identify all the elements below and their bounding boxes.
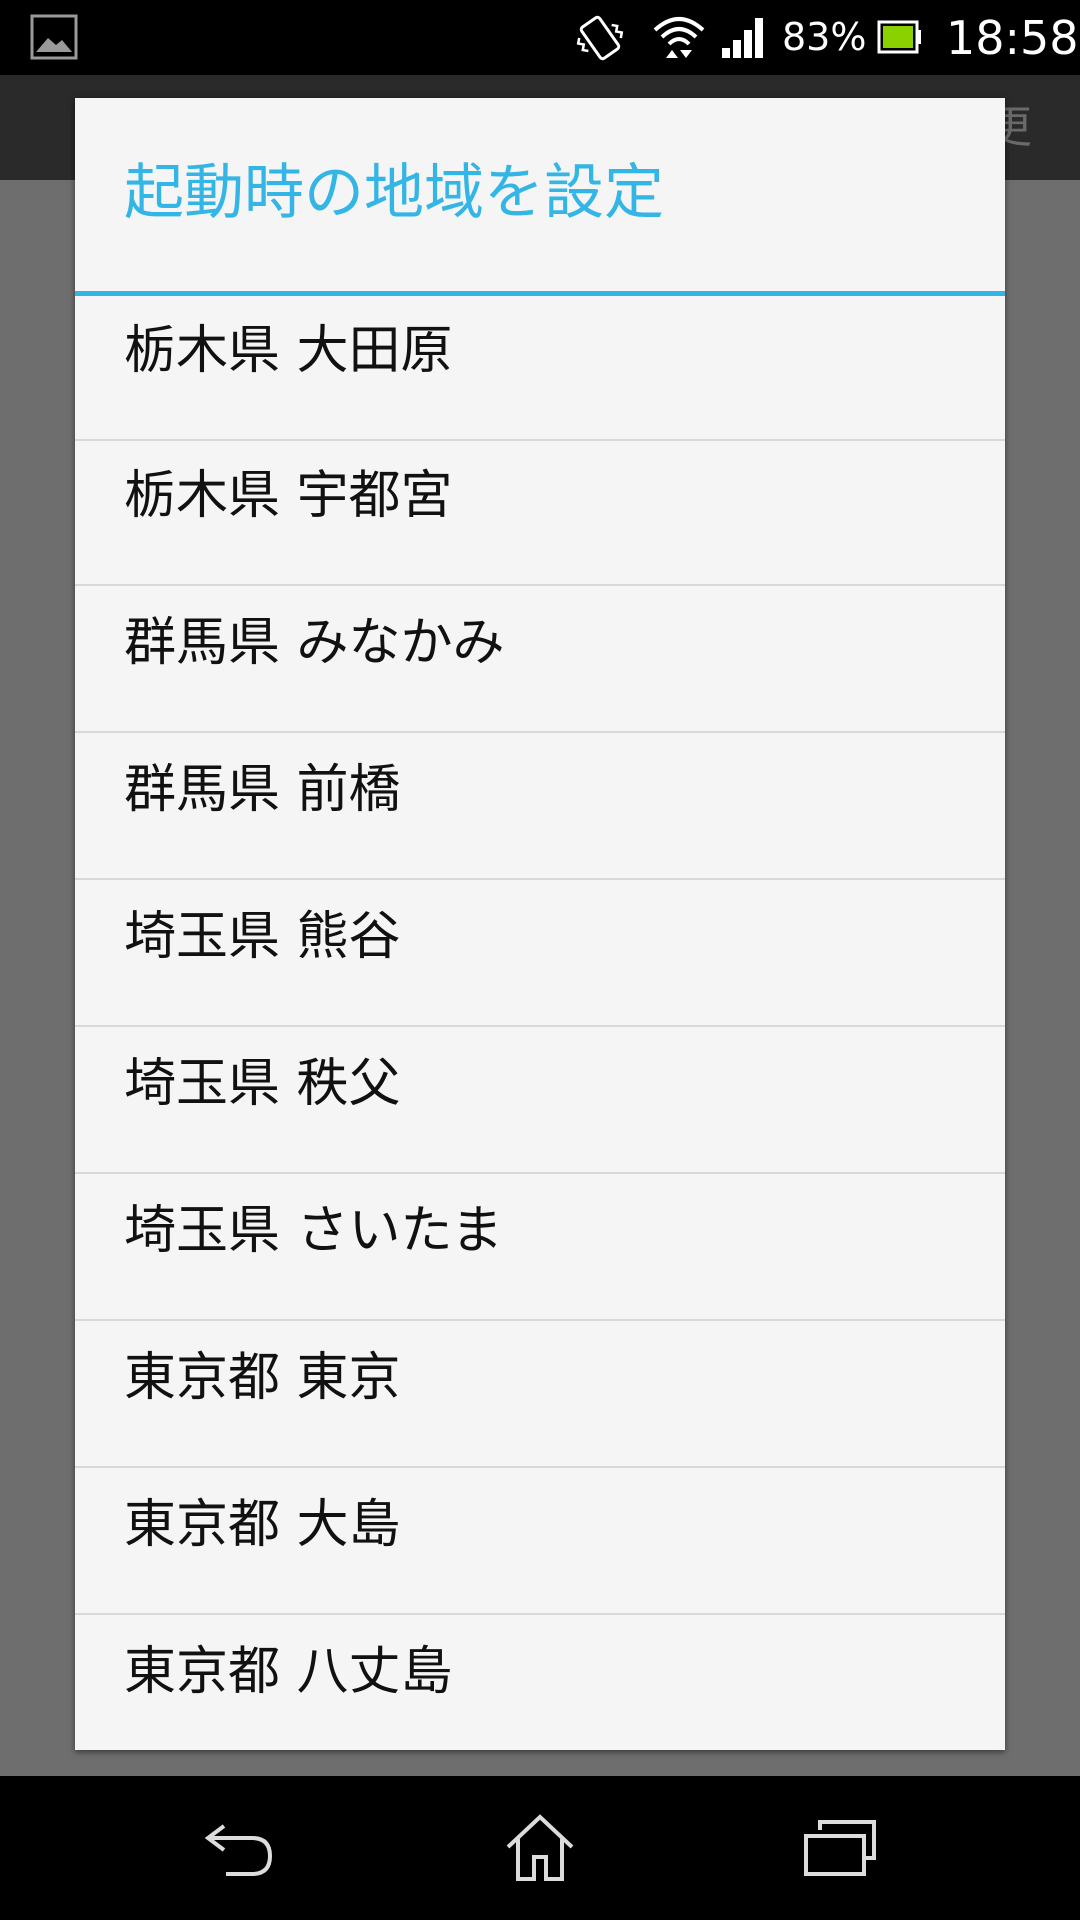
back-button[interactable] [190,1798,290,1898]
clock: 18:58 [946,11,1079,65]
signal-icon [722,18,763,58]
list-item-label: 群馬県 みなかみ [124,613,505,673]
recent-apps-icon [804,1820,876,1876]
list-item[interactable]: 栃木県 宇都宮 [75,441,1005,586]
vibrate-icon [576,15,624,61]
region-dialog: 起動時の地域を設定 栃木県 大田原 栃木県 宇都宮 群馬県 みなかみ 群馬県 前… [75,98,1005,1750]
list-item[interactable]: 東京都 東京 [75,1323,1005,1468]
list-item[interactable]: 埼玉県 さいたま [75,1176,1005,1321]
wifi-icon [653,17,705,58]
list-item-label: 栃木県 宇都宮 [124,466,453,526]
list-item[interactable]: 栃木県 大田原 [75,296,1005,441]
list-item-label: 埼玉県 熊谷 [124,907,401,967]
battery-icon [877,20,921,54]
list-item-label: 東京都 東京 [124,1348,401,1408]
home-icon [506,1814,574,1881]
list-item[interactable]: 埼玉県 秩父 [75,1029,1005,1174]
list-item-label: 埼玉県 さいたま [124,1201,503,1261]
list-item-label: 東京都 八丈島 [124,1642,453,1702]
list-item-label: 群馬県 前橋 [124,760,401,820]
list-item-label: 埼玉県 秩父 [124,1054,401,1114]
list-item[interactable]: 群馬県 前橋 [75,735,1005,880]
gallery-icon [30,14,78,60]
screen: 83% 18:58 更 起動時の地域を設定 栃木県 大田原 栃木県 宇都宮 群馬… [0,0,1080,1920]
battery-percent: 83% [782,15,867,59]
list-item[interactable]: 埼玉県 熊谷 [75,882,1005,1027]
navigation-bar [0,1776,1080,1920]
list-item-label: 東京都 大島 [124,1495,401,1555]
list-item[interactable]: 群馬県 みなかみ [75,588,1005,733]
back-icon [204,1824,273,1876]
recent-apps-button[interactable] [790,1798,890,1898]
status-bar: 83% 18:58 [0,0,1080,75]
home-button[interactable] [490,1798,590,1898]
region-list[interactable]: 栃木県 大田原 栃木県 宇都宮 群馬県 みなかみ 群馬県 前橋 埼玉県 熊谷 埼… [75,296,1005,1750]
list-item[interactable]: 東京都 八丈島 [75,1617,1005,1750]
dialog-title: 起動時の地域を設定 [124,158,664,228]
list-item-label: 栃木県 大田原 [124,321,453,381]
list-item[interactable]: 東京都 大島 [75,1470,1005,1615]
